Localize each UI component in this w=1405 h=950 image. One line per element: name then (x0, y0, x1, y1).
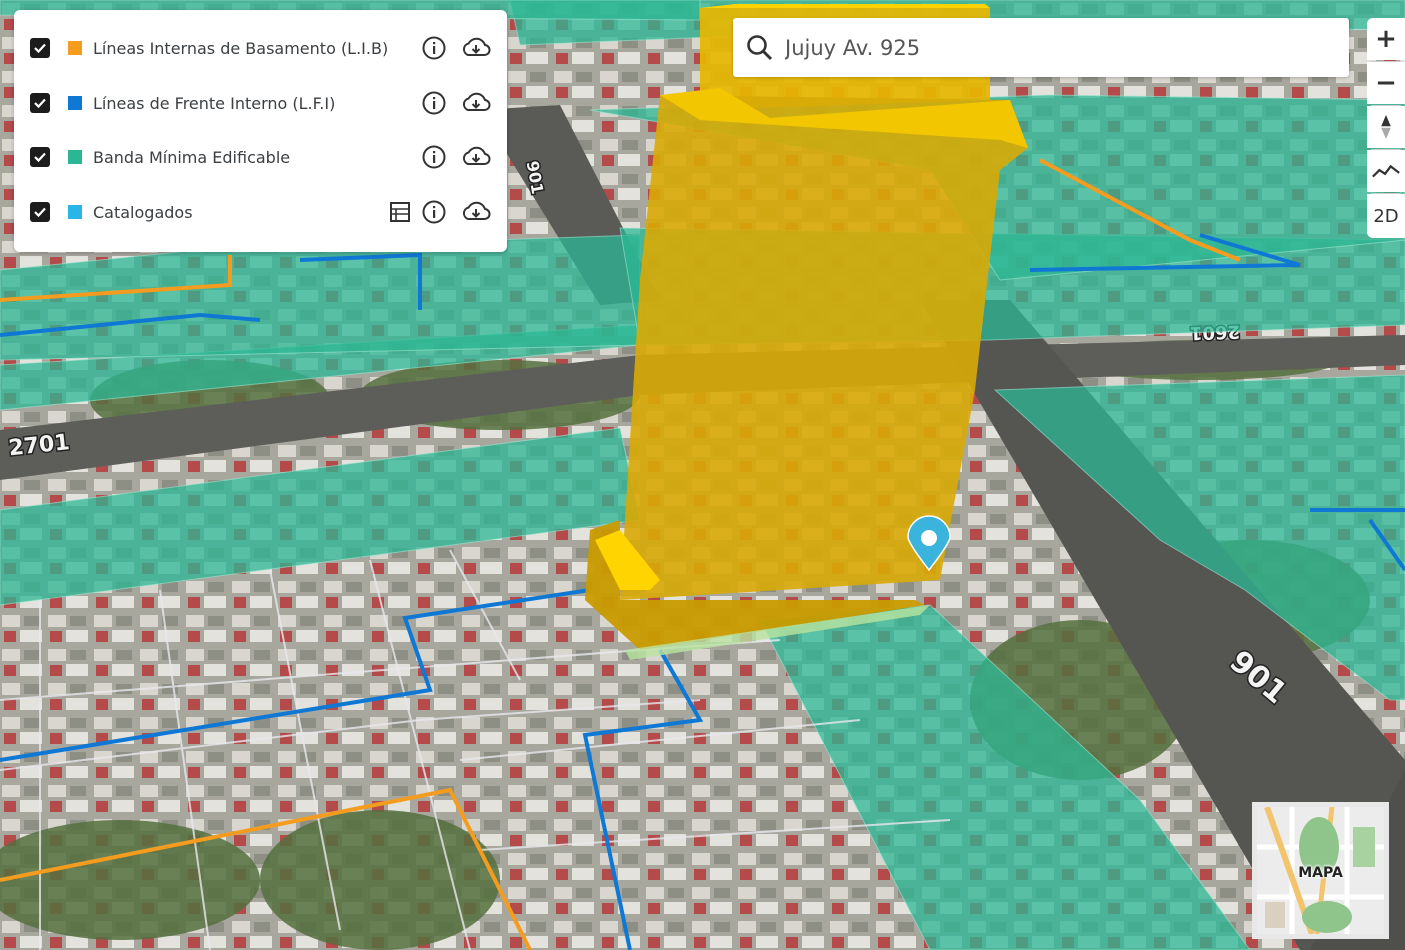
compass-button[interactable] (1367, 106, 1405, 148)
layer-label-catalogados: Catalogados (93, 202, 193, 222)
terrain-profile-button[interactable] (1367, 150, 1405, 192)
layer-label-banda: Banda Mínima Edificable (93, 147, 291, 167)
2d-toggle-button[interactable]: 2D (1367, 194, 1405, 238)
layer-label-lib: Líneas Internas de Basamento (L.I.B) (93, 38, 389, 58)
2d-toggle-label: 2D (1373, 205, 1399, 227)
cloud-download-icon[interactable] (460, 35, 492, 61)
zoom-in-button[interactable]: + (1367, 18, 1405, 60)
minimap-label: MAPA (1298, 865, 1343, 881)
info-icon[interactable] (421, 35, 447, 61)
layer-color-swatch (68, 96, 82, 110)
check-icon (34, 43, 46, 54)
layer-checkbox-lib[interactable] (30, 38, 50, 58)
plus-icon: + (1375, 24, 1397, 54)
layer-row-lib: Líneas Internas de Basamento (L.I.B) (14, 28, 507, 68)
cloud-download-icon[interactable] (460, 90, 492, 116)
search-box (733, 18, 1349, 77)
layer-color-swatch (68, 205, 82, 219)
cloud-download-icon[interactable] (460, 144, 492, 170)
layer-label-lfi: Líneas de Frente Interno (L.F.I) (93, 93, 336, 113)
layer-row-lfi: Líneas de Frente Interno (L.F.I) (14, 83, 507, 123)
check-icon (34, 98, 46, 109)
layer-color-swatch (68, 41, 82, 55)
info-icon[interactable] (421, 144, 447, 170)
info-icon[interactable] (421, 199, 447, 225)
check-icon (34, 152, 46, 163)
compass-icon (1381, 115, 1391, 139)
minus-icon: − (1375, 68, 1397, 98)
layer-checkbox-catalogados[interactable] (30, 202, 50, 222)
minimap[interactable]: MAPA (1252, 802, 1389, 939)
layer-row-banda: Banda Mínima Edificable (14, 137, 507, 177)
layers-panel: Líneas Internas de Basamento (L.I.B) Lín… (14, 10, 507, 252)
check-icon (34, 207, 46, 218)
layer-checkbox-lfi[interactable] (30, 93, 50, 113)
search-icon[interactable] (745, 33, 775, 63)
cloud-download-icon[interactable] (460, 199, 492, 225)
layer-checkbox-banda[interactable] (30, 147, 50, 167)
layer-row-catalogados: Catalogados (14, 192, 507, 232)
table-icon[interactable] (387, 199, 413, 225)
zoom-out-button[interactable]: − (1367, 62, 1405, 104)
info-icon[interactable] (421, 90, 447, 116)
search-input[interactable] (783, 28, 1327, 68)
layer-color-swatch (68, 150, 82, 164)
line-chart-icon (1372, 164, 1400, 178)
